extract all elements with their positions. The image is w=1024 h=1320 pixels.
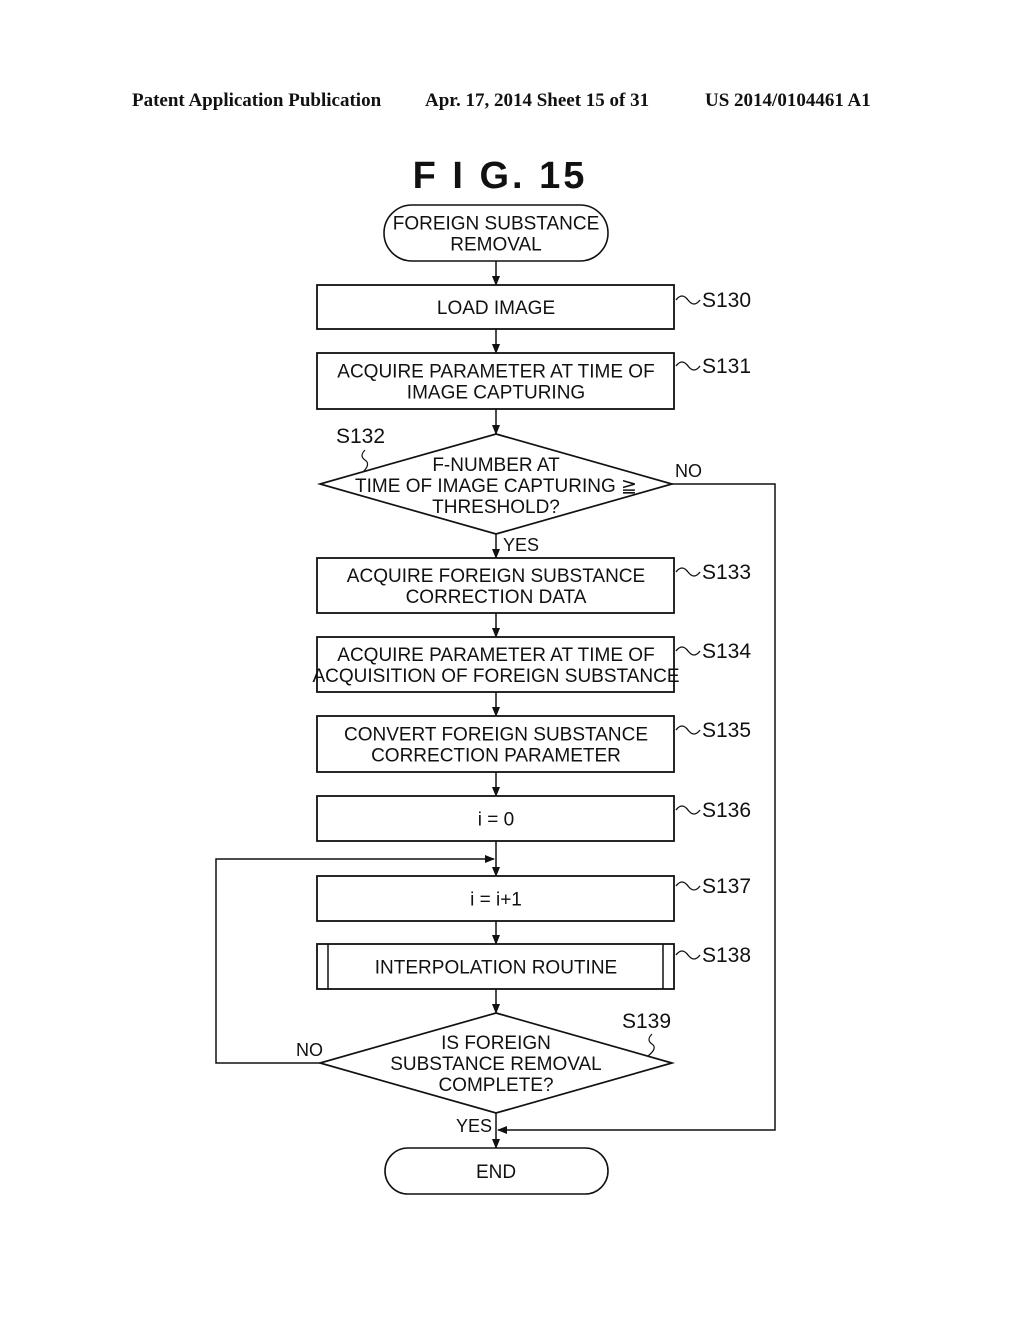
decision-s139-no-label: NO — [296, 1040, 323, 1060]
decision-s132-leader — [361, 449, 369, 473]
end-terminal-text: END — [476, 1162, 516, 1183]
decision-s139-text: COMPLETE? — [438, 1075, 553, 1096]
start-terminal-text: FOREIGN SUBSTANCE — [393, 214, 600, 235]
process-s131-text: ACQUIRE PARAMETER AT TIME OF — [337, 362, 654, 383]
decision-s139-yes-label: YES — [456, 1116, 492, 1136]
process-s137-text: i = i+1 — [470, 890, 522, 911]
process-s134-leader — [675, 646, 701, 656]
process-s130-text: LOAD IMAGE — [437, 298, 555, 319]
process-s136-leader — [675, 805, 701, 815]
process-s136-text: i = 0 — [478, 810, 514, 831]
process-s133-label: S133 — [702, 561, 751, 584]
process-s133-text: ACQUIRE FOREIGN SUBSTANCE — [347, 566, 645, 587]
process-s133-text: CORRECTION DATA — [406, 587, 587, 608]
decision-s132-text: THRESHOLD? — [432, 497, 560, 518]
process-s138-text: INTERPOLATION ROUTINE — [375, 958, 617, 979]
process-s136-label: S136 — [702, 799, 751, 822]
process-s135-leader — [675, 725, 701, 735]
process-s130-label: S130 — [702, 289, 751, 312]
decision-s132-yes-label: YES — [503, 535, 539, 555]
decision-s139-label: S139 — [622, 1010, 671, 1033]
process-s134-text: ACQUIRE PARAMETER AT TIME OF — [337, 645, 654, 666]
decision-s139-text: IS FOREIGN — [441, 1033, 551, 1054]
decision-s132-no-label: NO — [675, 461, 702, 481]
decision-s132-label: S132 — [336, 425, 385, 448]
start-terminal-text: REMOVAL — [450, 235, 542, 256]
process-s134-label: S134 — [702, 640, 751, 663]
process-s137-leader — [675, 881, 701, 891]
process-s131-leader — [675, 361, 701, 371]
process-s135-text: CONVERT FOREIGN SUBSTANCE — [344, 725, 648, 746]
process-s135-text: CORRECTION PARAMETER — [371, 746, 621, 767]
process-s135-label: S135 — [702, 719, 751, 742]
process-s138-label: S138 — [702, 944, 751, 967]
process-s137-label: S137 — [702, 875, 751, 898]
process-s131-text: IMAGE CAPTURING — [407, 383, 585, 404]
decision-s139-leader — [647, 1033, 655, 1057]
process-s138-leader — [675, 950, 701, 960]
decision-s132-text: F-NUMBER AT — [432, 455, 560, 476]
decision-s139-text: SUBSTANCE REMOVAL — [390, 1054, 602, 1075]
process-s133-leader — [675, 567, 701, 577]
process-s131-label: S131 — [702, 355, 751, 378]
flowchart: FOREIGN SUBSTANCEREMOVAL LOAD IMAGE S130 AC… — [215, 204, 776, 1195]
process-s134-text: ACQUISITION OF FOREIGN SUBSTANCE — [312, 666, 679, 687]
process-s130-leader — [675, 295, 701, 305]
decision-s132-text: TIME OF IMAGE CAPTURING ≧ — [355, 476, 637, 497]
